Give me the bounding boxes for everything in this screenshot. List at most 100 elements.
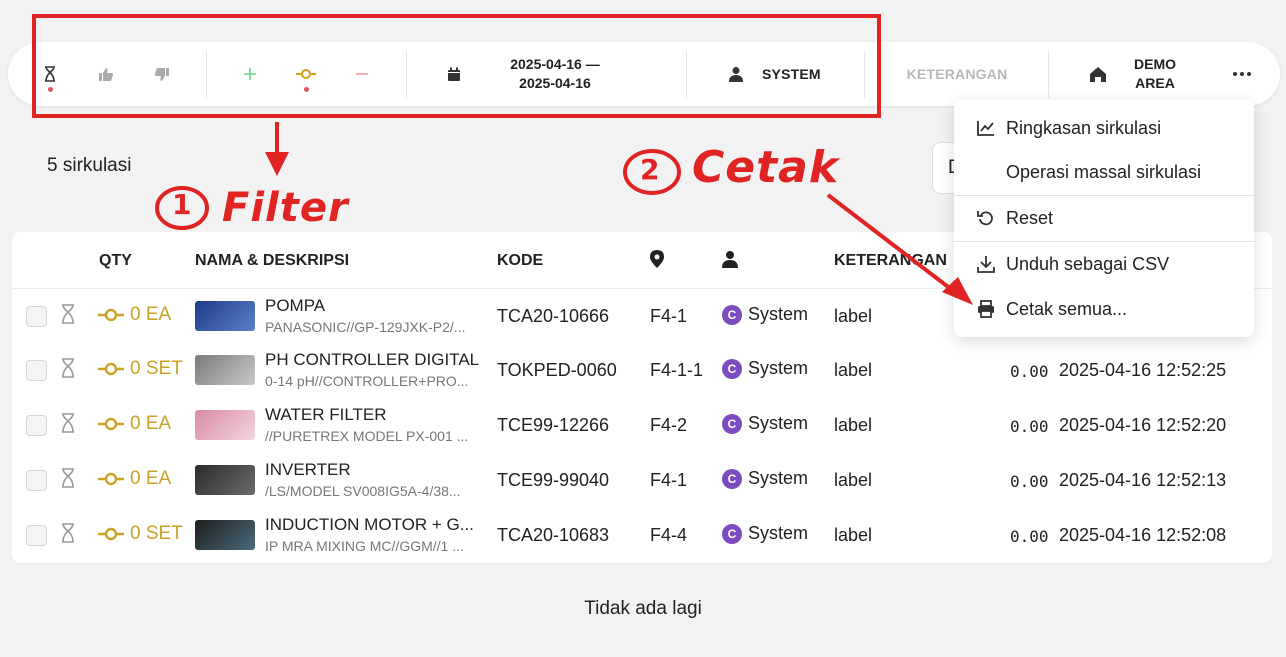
- item-description: PANASONIC//GP-129JXK-P2/...: [265, 319, 466, 335]
- item-code: TCA20-10683: [497, 525, 610, 545]
- table-row[interactable]: 0 EA INVERTER/LS/MODEL SV008IG5A-4/38... T…: [12, 453, 1272, 508]
- item-user: C System: [722, 358, 808, 379]
- active-dot: [303, 87, 309, 92]
- commit-icon: [98, 527, 124, 541]
- menu-item-label: Ringkasan sirkulasi: [1006, 117, 1162, 138]
- date-end: 2025-04-16: [519, 75, 591, 91]
- row-checkbox[interactable]: [26, 415, 47, 436]
- more-options-button[interactable]: [1226, 42, 1258, 106]
- item-location: F4-1: [650, 470, 688, 490]
- item-thumbnail[interactable]: [195, 520, 255, 550]
- item-thumbnail[interactable]: [195, 410, 255, 440]
- item-location: F4-4: [650, 525, 688, 545]
- menu-item-download-csv[interactable]: Unduh sebagai CSV: [954, 242, 1254, 286]
- item-amount: 0.00: [1010, 362, 1049, 381]
- header-location-icon[interactable]: [650, 250, 664, 273]
- incoming-filter-button[interactable]: [236, 42, 264, 106]
- item-description: 0-14 pH//CONTROLLER+PRO...: [265, 373, 469, 389]
- item-code: TCA20-10666: [497, 306, 610, 326]
- hourglass-icon: [60, 413, 76, 435]
- user-filter-label: SYSTEM: [762, 66, 821, 82]
- commit-icon: [98, 417, 124, 431]
- item-code: TOKPED-0060: [497, 360, 617, 380]
- row-checkbox[interactable]: [26, 360, 47, 381]
- menu-item-reset[interactable]: Reset: [954, 196, 1254, 240]
- item-thumbnail[interactable]: [195, 355, 255, 385]
- calendar-icon: [442, 62, 466, 86]
- menu-item-print-all[interactable]: Cetak semua...: [954, 287, 1254, 331]
- date-range-button[interactable]: 2025-04-16 — 2025-04-16: [442, 42, 686, 106]
- toolbar-divider: [686, 50, 687, 98]
- area-selector-button[interactable]: DEMO AREA: [1086, 42, 1206, 106]
- user-name: System: [748, 358, 809, 378]
- header-qty[interactable]: QTY: [99, 252, 132, 270]
- item-timestamp: 2025-04-16 12:52:25: [1059, 360, 1227, 380]
- item-note: label: [834, 470, 873, 490]
- table-row[interactable]: 0 EA WATER FILTER //PURETREX MODEL PX-001 …: [12, 398, 1272, 453]
- item-name: INVERTER: [265, 460, 351, 479]
- item-user: C System: [722, 468, 808, 489]
- home-icon: [1086, 62, 1110, 86]
- header-code[interactable]: KODE: [497, 252, 543, 270]
- item-user: C System: [722, 304, 808, 325]
- row-qty-value: 0 SET: [130, 523, 183, 544]
- item-amount: 0.00: [1010, 527, 1049, 546]
- table-row[interactable]: 0 SET INDUCTION MOTOR + G... IP MRA MIXING…: [12, 508, 1272, 563]
- item-name: WATER FILTER: [265, 405, 387, 424]
- end-of-list-text: Tidak ada lagi: [584, 598, 702, 619]
- minus-icon: [350, 62, 374, 86]
- row-checkbox[interactable]: [26, 470, 47, 491]
- item-thumbnail[interactable]: [195, 465, 255, 495]
- pending-filter-button[interactable]: [36, 42, 64, 106]
- circulation-count: 5 sirkulasi: [47, 155, 132, 176]
- hourglass-icon: [38, 62, 62, 92]
- menu-item-label: Reset: [1006, 207, 1054, 228]
- item-name: PH CONTROLLER DIGITAL: [265, 350, 480, 369]
- row-qty-value: 0 EA: [130, 413, 172, 434]
- user-avatar: C: [722, 304, 742, 325]
- active-dot: [47, 87, 53, 92]
- row-checkbox[interactable]: [26, 306, 47, 327]
- header-user-icon[interactable]: [722, 250, 738, 273]
- approved-filter-button[interactable]: [92, 42, 120, 106]
- item-name: INDUCTION MOTOR + G...: [265, 515, 474, 534]
- toolbar-divider: [206, 50, 207, 98]
- row-qty: 0 EA: [98, 468, 171, 490]
- toolbar-divider: [406, 50, 407, 98]
- item-code: TCE99-99040: [497, 470, 610, 490]
- item-location: F4-1: [650, 306, 688, 326]
- hourglass-icon: [60, 523, 76, 545]
- thumbs-down-icon: [150, 62, 174, 86]
- row-qty-value: 0 EA: [130, 468, 172, 489]
- rejected-filter-button[interactable]: [148, 42, 176, 106]
- user-avatar: C: [722, 413, 742, 434]
- item-note: label: [834, 525, 873, 545]
- user-filter-button[interactable]: SYSTEM: [724, 42, 834, 106]
- outgoing-filter-button[interactable]: [348, 42, 376, 106]
- toolbar-divider: [1048, 50, 1049, 98]
- reset-icon: [976, 208, 996, 228]
- item-timestamp: 2025-04-16 12:52:08: [1059, 525, 1227, 545]
- item-user: C System: [722, 413, 808, 434]
- table-row[interactable]: 0 SET PH CONTROLLER DIGITAL 0-14 pH//CONTR…: [12, 343, 1272, 398]
- menu-item-circulation-summary[interactable]: Ringkasan sirkulasi: [954, 106, 1254, 150]
- date-range-label: 2025-04-16 — 2025-04-16: [510, 55, 600, 93]
- row-qty: 0 SET: [98, 523, 183, 545]
- row-checkbox[interactable]: [26, 525, 47, 546]
- header-name[interactable]: NAMA & DESKRIPSI: [195, 252, 349, 270]
- date-start: 2025-04-16 —: [510, 56, 600, 72]
- row-qty: 0 EA: [98, 413, 171, 435]
- item-name: POMPA: [265, 296, 326, 315]
- commit-icon: [294, 62, 318, 92]
- hourglass-icon: [60, 468, 76, 490]
- annotation-arrowhead-filter: [265, 152, 289, 176]
- item-note: label: [834, 415, 873, 435]
- notes-filter-button[interactable]: KETERANGAN: [888, 42, 1026, 106]
- neutral-filter-button[interactable]: [292, 42, 320, 106]
- user-name: System: [748, 304, 809, 324]
- item-user: C System: [722, 523, 808, 544]
- item-thumbnail[interactable]: [195, 301, 255, 331]
- item-description: /LS/MODEL SV008IG5A-4/38...: [265, 483, 461, 499]
- menu-item-bulk-operations[interactable]: Operasi massal sirkulasi: [954, 150, 1254, 194]
- header-notes[interactable]: KETERANGAN: [834, 252, 947, 270]
